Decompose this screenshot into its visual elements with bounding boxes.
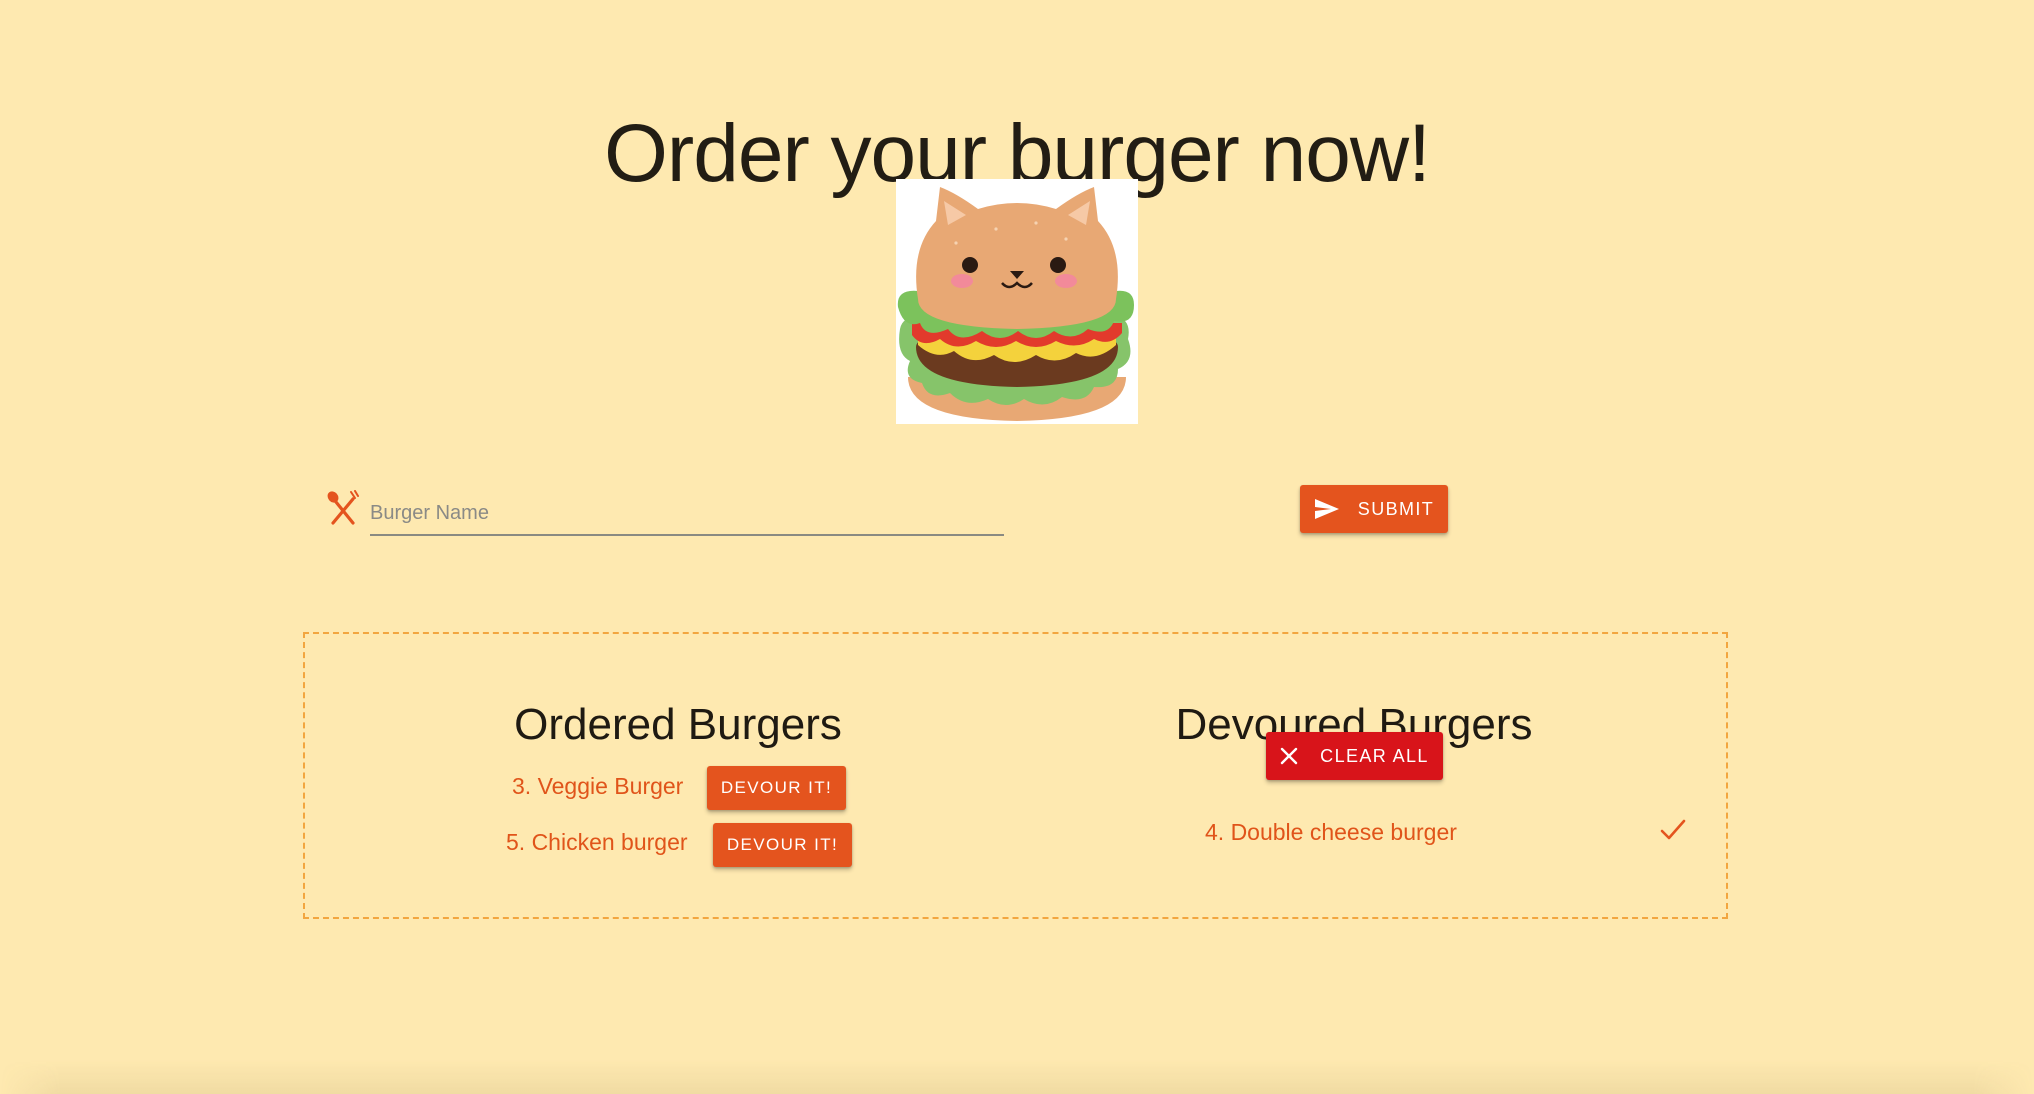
clear-all-button[interactable]: Clear all bbox=[1266, 732, 1443, 780]
devour-button[interactable]: Devour it! bbox=[707, 766, 846, 810]
ordered-burger-label: 5. Chicken burger bbox=[506, 829, 688, 855]
clear-all-label: Clear all bbox=[1320, 745, 1429, 766]
cat-burger-image bbox=[896, 179, 1138, 424]
check-icon bbox=[1660, 818, 1686, 842]
close-icon bbox=[1280, 747, 1298, 765]
bottom-shadow bbox=[0, 1060, 2034, 1094]
devoured-burger-label: 4. Double cheese burger bbox=[1205, 819, 1457, 845]
send-icon bbox=[1314, 498, 1340, 520]
submit-label: Submit bbox=[1357, 498, 1435, 519]
burger-name-input[interactable] bbox=[370, 492, 1004, 536]
fork-spoon-icon bbox=[327, 490, 359, 526]
ordered-burgers-heading: Ordered Burgers bbox=[514, 699, 842, 749]
devour-button[interactable]: Devour it! bbox=[713, 823, 852, 867]
ordered-burger-label: 3. Veggie Burger bbox=[512, 773, 684, 799]
submit-button[interactable]: Submit bbox=[1300, 485, 1448, 533]
